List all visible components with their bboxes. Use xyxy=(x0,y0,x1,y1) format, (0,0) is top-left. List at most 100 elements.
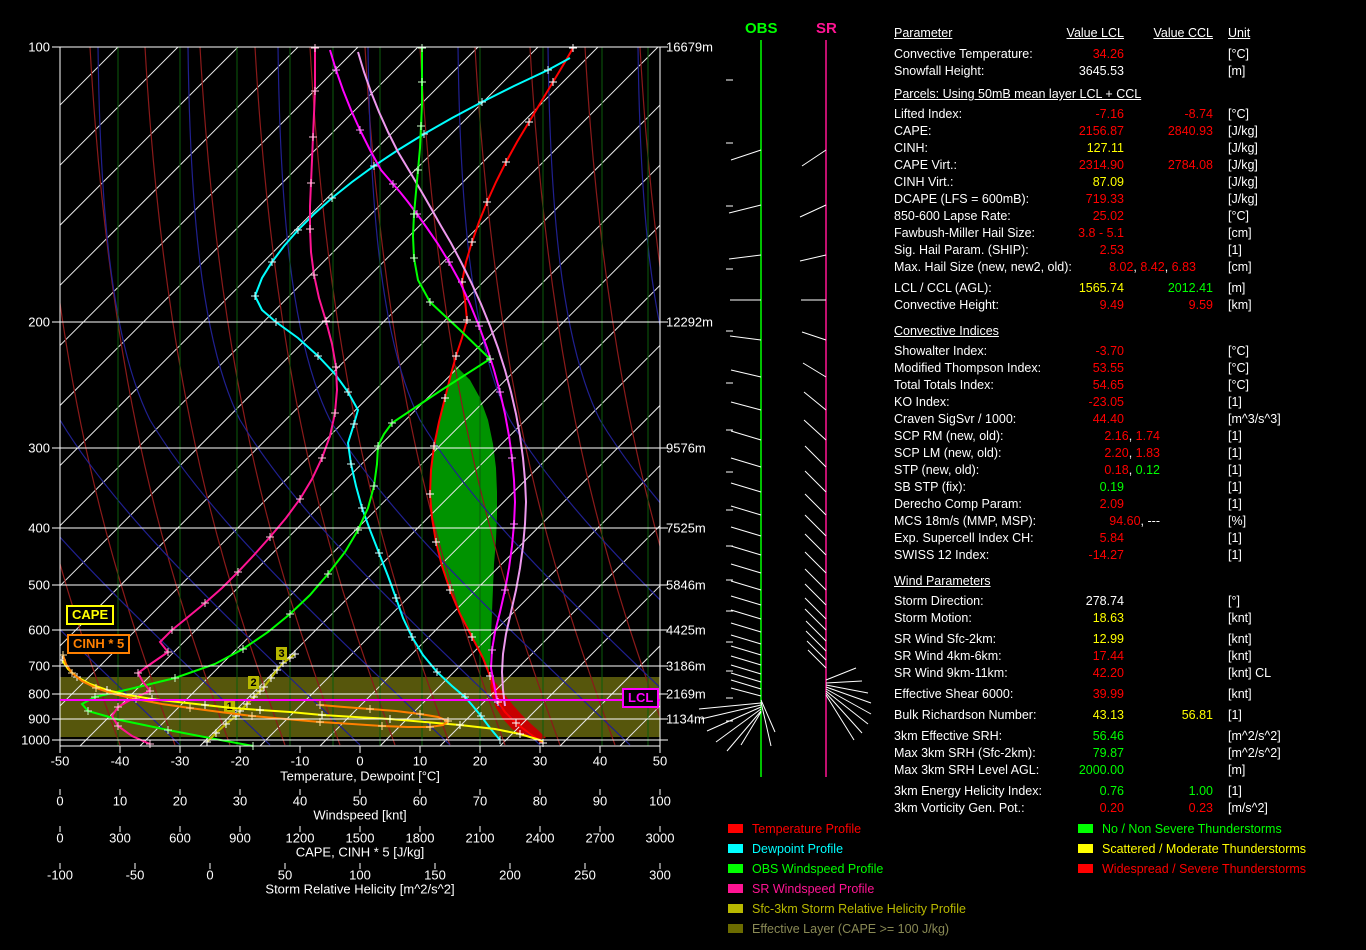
axis-tick-label: 10 xyxy=(113,794,127,809)
value-lcl-cell: -3.70 xyxy=(1096,344,1125,358)
value-lcl-cell: 54.65 xyxy=(1093,378,1124,392)
table-row: Derecho Comp Param:2.09[1] xyxy=(894,497,1366,514)
value-part: 278.74 xyxy=(1086,594,1124,608)
value-part: 127.11 xyxy=(1087,141,1124,155)
axis-tick-label: -30 xyxy=(171,754,190,769)
param-cell: KO Index: xyxy=(894,395,950,409)
table-row: Max. Hail Size (new, new2, old): 8.02, 8.… xyxy=(894,260,1366,277)
param-cell: SR Wind Sfc-2km: xyxy=(894,632,996,646)
table-row: Exp. Supercell Index CH:5.84[1] xyxy=(894,531,1366,548)
pressure-tick-label: 400 xyxy=(10,521,50,536)
parameter-table: Parameter Value LCL Value CCL Unit Conve… xyxy=(894,26,1366,818)
value-part: , xyxy=(1141,514,1148,528)
table-row: CAPE Virt.:2314.902784.08[J/kg] xyxy=(894,158,1366,175)
table-row: Convective Height:9.499.59[km] xyxy=(894,298,1366,315)
table-row: Max 3km SRH Level AGL: 2000.00 [m] xyxy=(894,763,1366,780)
table-body: Convective Temperature:34.26[°C]Snowfall… xyxy=(894,47,1366,818)
axis-tick-label: 150 xyxy=(424,868,446,883)
value-lcl-cell: 0.20 xyxy=(1100,801,1124,815)
table-row: Fawbush-Miller Hail Size:3.8 - 5.1[cm] xyxy=(894,226,1366,243)
unit-cell: [cm] xyxy=(1228,260,1252,274)
value-part: -14.27 xyxy=(1089,548,1124,562)
param-cell: Max 3km SRH Level AGL: xyxy=(894,763,1039,777)
table-row: STP (new, old):0.18, 0.12[1] xyxy=(894,463,1366,480)
value-lcl-cell: 8.02, 8.42, 6.83 xyxy=(1109,260,1196,274)
value-part: 0.12 xyxy=(1136,463,1160,477)
value-part: -8.74 xyxy=(1185,107,1214,121)
param-cell: Max. Hail Size (new, new2, old): xyxy=(894,260,1072,274)
value-lcl-cell: 2.09 xyxy=(1100,497,1124,511)
pressure-tick-label: 1000 xyxy=(10,733,50,748)
pressure-tick-label: 600 xyxy=(10,623,50,638)
value-lcl-cell: 2156.87 xyxy=(1079,124,1124,138)
obs-wind-column-label: OBS xyxy=(745,20,778,37)
axis-tick-label: 1200 xyxy=(286,831,315,846)
param-cell: CAPE: xyxy=(894,124,932,138)
param-cell: DCAPE (LFS = 600mB): xyxy=(894,192,1029,206)
value-part: 87.09 xyxy=(1093,175,1124,189)
value-part: , xyxy=(1129,429,1136,443)
table-row: KO Index:-23.05[1] xyxy=(894,395,1366,412)
legend-swatch xyxy=(1078,844,1093,853)
value-ccl-cell: 2012.41 xyxy=(1168,281,1213,295)
unit-cell: [cm] xyxy=(1228,226,1252,240)
value-lcl-cell: 127.11 xyxy=(1087,141,1124,155)
value-part: 2314.90 xyxy=(1079,158,1124,172)
table-row: SCP RM (new, old):2.16, 1.74[1] xyxy=(894,429,1366,446)
value-lcl-cell: 53.55 xyxy=(1093,361,1124,375)
height-tick-label: 7525m xyxy=(666,521,706,536)
unit-cell: [km] xyxy=(1228,298,1252,312)
param-cell: SCP LM (new, old): xyxy=(894,446,1001,460)
legend-item-profile: Dewpoint Profile xyxy=(728,842,843,862)
axis-tick-label: 40 xyxy=(593,754,607,769)
unit-cell: [1] xyxy=(1228,243,1242,257)
table-header-row: Parameter Value LCL Value CCL Unit xyxy=(894,26,1366,47)
axis-tick-label: -100 xyxy=(47,868,73,883)
legend-item-severity: No / Non Severe Thunderstorms xyxy=(1078,822,1282,842)
param-cell: CAPE Virt.: xyxy=(894,158,957,172)
value-lcl-cell: 0.76 xyxy=(1100,784,1124,798)
value-part: 17.44 xyxy=(1093,649,1124,663)
table-row: Sig. Hail Param. (SHIP):2.53[1] xyxy=(894,243,1366,260)
unit-cell: [J/kg] xyxy=(1228,158,1258,172)
height-tick-label: 3186m xyxy=(666,659,706,674)
unit-cell: [1] xyxy=(1228,708,1242,722)
lcl-level-label: LCL xyxy=(622,688,659,708)
table-row: 850-600 Lapse Rate:25.02[°C] xyxy=(894,209,1366,226)
value-part: 8.42 xyxy=(1140,260,1164,274)
unit-cell: [1] xyxy=(1228,429,1242,443)
unit-cell: [1] xyxy=(1228,480,1242,494)
unit-cell: [1] xyxy=(1228,395,1242,409)
height-tick-label: 12292m xyxy=(666,315,713,330)
value-lcl-cell: 2000.00 xyxy=(1079,763,1124,777)
legend-swatch xyxy=(1078,824,1093,833)
table-row: Storm Direction:278.74[°] xyxy=(894,594,1366,611)
axis-tick-label: 100 xyxy=(649,794,671,809)
unit-cell: [1] xyxy=(1228,463,1242,477)
table-row: Snowfall Height:3645.53[m] xyxy=(894,64,1366,81)
table-row: LCL / CCL (AGL):1565.742012.41[m] xyxy=(894,281,1366,298)
unit-cell: [m] xyxy=(1228,763,1245,777)
axis-tick-label: 600 xyxy=(169,831,191,846)
value-part: 1.83 xyxy=(1136,446,1160,460)
legend-label: OBS Windspeed Profile xyxy=(752,862,883,876)
value-part: 2.16 xyxy=(1104,429,1128,443)
value-part: 94.60 xyxy=(1109,514,1140,528)
axis-tick-label: 0 xyxy=(56,794,63,809)
pressure-tick-label: 200 xyxy=(10,315,50,330)
pressure-tick-label: 900 xyxy=(10,712,50,727)
value-ccl-cell: -8.74 xyxy=(1185,107,1214,121)
axis-tick-label: 100 xyxy=(349,868,371,883)
value-part: 6.83 xyxy=(1172,260,1196,274)
value-part: -3.70 xyxy=(1096,344,1125,358)
axis-tick-label: 200 xyxy=(499,868,521,883)
unit-cell: [knt] xyxy=(1228,687,1252,701)
axis-tick-label: 2400 xyxy=(526,831,555,846)
unit-cell: [m^3/s^3] xyxy=(1228,412,1281,426)
table-row: Max 3km SRH (Sfc-2km):79.87[m^2/s^2] xyxy=(894,746,1366,763)
unit-cell: [knt] xyxy=(1228,611,1252,625)
param-cell: Total Totals Index: xyxy=(894,378,994,392)
axis-title: CAPE, CINH * 5 [J/kg] xyxy=(296,845,425,860)
value-lcl-cell: 278.74 xyxy=(1086,594,1124,608)
unit-cell: [°C] xyxy=(1228,107,1249,121)
